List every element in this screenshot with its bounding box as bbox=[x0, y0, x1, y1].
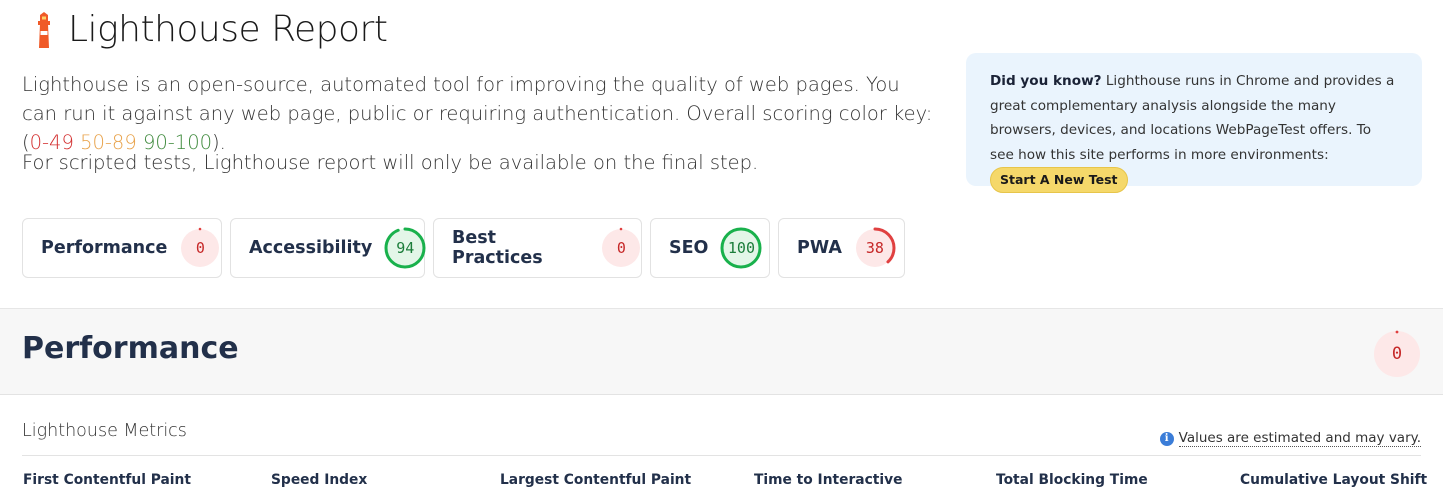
score-value: 0 bbox=[616, 239, 626, 257]
score-card-pwa[interactable]: PWA 38 bbox=[778, 218, 905, 278]
metric-cumulative-layout-shift: Cumulative Layout Shift bbox=[1240, 472, 1428, 488]
score-gauge: 100 bbox=[720, 227, 762, 269]
score-gauge: 0 bbox=[179, 227, 221, 269]
score-card-seo[interactable]: SEO 100 bbox=[650, 218, 770, 278]
info-icon: i bbox=[1159, 431, 1174, 446]
score-value: 0 bbox=[195, 239, 205, 257]
callout-heading: Did you know? bbox=[990, 73, 1102, 89]
metrics-title: Lighthouse Metrics bbox=[22, 421, 187, 441]
metric-first-contentful-paint: First Contentful Paint bbox=[23, 472, 191, 488]
did-you-know-callout: Did you know? Lighthouse runs in Chrome … bbox=[966, 53, 1422, 193]
score-gauge: 0 bbox=[600, 227, 641, 269]
intro-paragraph: Lighthouse is an open-source, automated … bbox=[22, 70, 937, 157]
estimate-note-text: Values are estimated and may vary. bbox=[1178, 430, 1421, 447]
performance-score-gauge: 0 bbox=[1372, 329, 1422, 379]
performance-heading: Performance bbox=[22, 331, 239, 366]
score-card-performance[interactable]: Performance 0 bbox=[22, 218, 222, 278]
metric-time-to-interactive: Time to Interactive bbox=[754, 472, 903, 488]
score-card-accessibility[interactable]: Accessibility 94 bbox=[230, 218, 426, 278]
metric-speed-index: Speed Index bbox=[271, 472, 368, 488]
metric-largest-contentful-paint: Largest Contentful Paint bbox=[500, 472, 692, 488]
score-label: PWA bbox=[797, 238, 842, 258]
score-value: 94 bbox=[396, 239, 415, 257]
performance-score-value: 0 bbox=[1391, 344, 1403, 364]
start-new-test-button[interactable]: Start A New Test bbox=[990, 167, 1128, 193]
page-title: Lighthouse Report bbox=[30, 8, 388, 52]
score-value: 38 bbox=[865, 239, 884, 257]
score-gauge: 38 bbox=[854, 227, 896, 269]
scripted-note: For scripted tests, Lighthouse report wi… bbox=[22, 151, 759, 174]
score-card-best-practices[interactable]: Best Practices 0 bbox=[433, 218, 642, 278]
score-label: Performance bbox=[41, 238, 168, 258]
score-gauge: 94 bbox=[384, 227, 426, 269]
score-value: 100 bbox=[727, 239, 755, 257]
page-title-text: Lighthouse Report bbox=[68, 9, 388, 50]
estimate-note[interactable]: i Values are estimated and may vary. bbox=[1159, 430, 1421, 447]
performance-section-header: Performance 0 bbox=[0, 308, 1443, 395]
score-label: Accessibility bbox=[249, 238, 373, 258]
metric-total-blocking-time: Total Blocking Time bbox=[996, 472, 1148, 488]
metrics-divider bbox=[22, 455, 1421, 456]
score-label: Best Practices bbox=[452, 228, 543, 268]
lighthouse-icon bbox=[38, 12, 50, 48]
score-label: SEO bbox=[669, 238, 709, 258]
